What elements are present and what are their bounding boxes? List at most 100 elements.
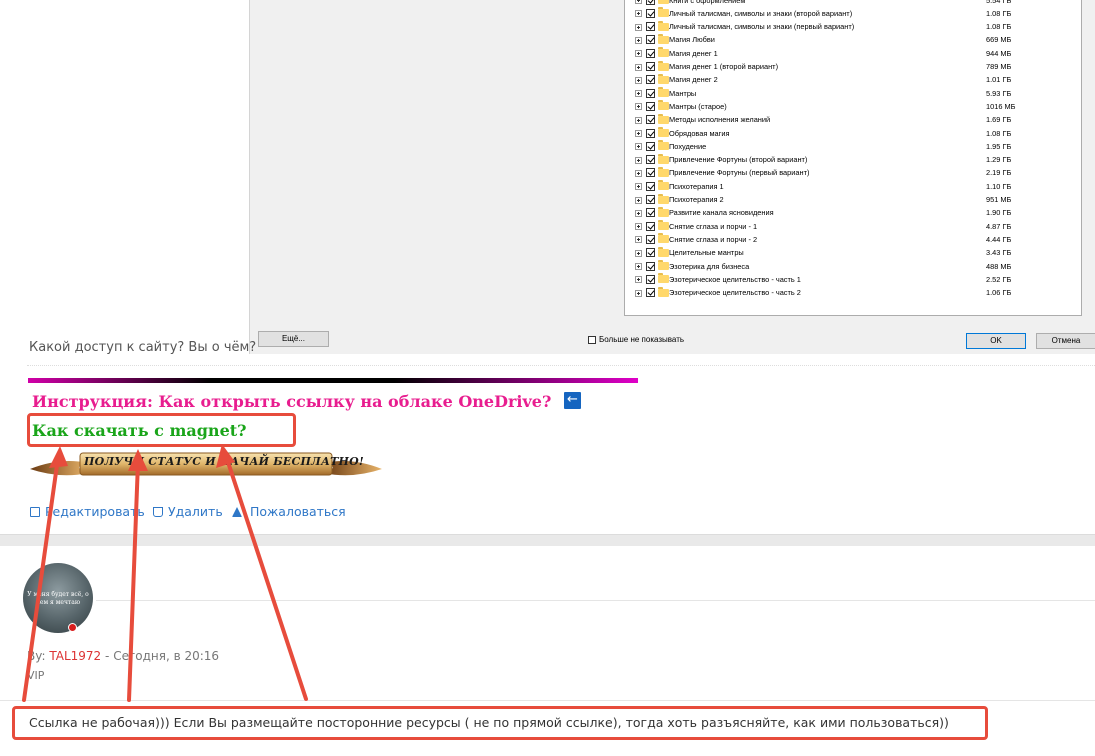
expand-icon[interactable] [635,23,642,31]
file-tree-list[interactable]: Книги с оформлением 5.54 ГБ Личный талисма… [624,0,1082,316]
file-size: 2.52 ГБ [986,274,1012,284]
file-row[interactable]: Личный талисман, символы и знаки (первый… [625,20,1081,34]
expand-icon[interactable] [635,156,642,164]
expand-icon[interactable] [635,276,642,284]
file-checkbox[interactable] [646,248,655,258]
expand-icon[interactable] [635,209,642,217]
file-size: 1.10 ГБ [986,181,1012,191]
file-checkbox[interactable] [646,234,655,244]
edit-action[interactable]: Редактировать [30,504,145,519]
folder-icon [658,0,669,4]
report-action[interactable]: Пожаловаться [232,504,346,519]
delete-action[interactable]: Удалить [153,504,223,519]
file-checkbox[interactable] [646,261,655,271]
expand-icon[interactable] [635,103,642,111]
file-row[interactable]: Книги с оформлением 5.54 ГБ [625,0,1081,7]
file-checkbox[interactable] [646,221,655,231]
file-checkbox[interactable] [646,155,655,165]
file-checkbox[interactable] [646,141,655,151]
expand-icon[interactable] [635,116,642,124]
expand-icon[interactable] [635,130,642,137]
file-checkbox[interactable] [646,208,655,218]
file-checkbox[interactable] [646,181,655,191]
status-banner-text: ПОЛУЧИ СТАТУС И КАЧАЙ БЕСПЛАТНО! [84,455,364,468]
expand-icon[interactable] [635,76,642,84]
file-checkbox[interactable] [646,128,655,138]
folder-icon [658,127,669,137]
file-size: 1.95 ГБ [986,141,1012,151]
file-size: 2.19 ГБ [986,168,1012,178]
dont-show-label: Больше не показывать [599,335,685,344]
expand-icon[interactable] [635,249,642,257]
folder-icon [658,286,669,297]
expand-icon[interactable] [635,63,642,71]
file-checkbox[interactable] [646,8,655,18]
file-row[interactable]: Мантры (старое) 1016 МБ [625,100,1081,113]
onedrive-instruction-link[interactable]: Инструкция: Как открыть ссылку на облаке… [32,392,551,411]
file-checkbox[interactable] [646,0,655,5]
file-checkbox[interactable] [646,22,655,32]
file-checkbox[interactable] [646,288,655,298]
expand-icon[interactable] [635,183,642,191]
cancel-button[interactable]: Отмена [1036,333,1095,349]
file-checkbox[interactable] [646,35,655,45]
expand-icon[interactable] [635,289,642,297]
expand-icon[interactable] [635,10,642,18]
file-size: 1016 МБ [986,101,1016,111]
username-link[interactable]: TAL1972 [49,649,101,663]
file-checkbox[interactable] [646,195,655,204]
file-checkbox[interactable] [646,62,655,71]
expand-icon[interactable] [635,196,642,204]
file-row[interactable]: Личный талисман, символы и знаки (второй… [625,7,1081,20]
file-checkbox[interactable] [646,88,655,98]
file-row[interactable]: Снятие сглаза и порчи - 1 4.87 ГБ [625,220,1081,233]
file-row[interactable]: Эзотерическое целительство - часть 1 2.52… [625,273,1081,286]
file-row[interactable]: Магия денег 1 (второй вариант) 789 МБ [625,60,1081,74]
file-checkbox[interactable] [646,274,655,284]
ok-button[interactable]: OK [966,333,1026,349]
file-row[interactable]: Методы исполнения желаний 1.69 ГБ [625,113,1081,127]
file-row[interactable]: Эзотерическое целительство - часть 2 1.06… [625,286,1081,300]
delete-label: Удалить [168,504,223,519]
more-button[interactable]: Ещё... [258,331,329,347]
file-checkbox[interactable] [646,168,655,178]
dont-show-checkbox[interactable] [588,336,596,344]
file-checkbox[interactable] [646,75,655,85]
post-timestamp: Сегодня, в 20:16 [113,649,220,663]
file-row[interactable]: Мантры 5.93 ГБ [625,87,1081,100]
file-checkbox[interactable] [646,115,655,125]
file-checkbox[interactable] [646,101,655,111]
file-row[interactable]: Целительные мантры 3.43 ГБ [625,246,1081,260]
expand-icon[interactable] [635,263,642,270]
expand-icon[interactable] [635,236,642,244]
file-row[interactable]: Эзотерика для бизнеса 488 МБ [625,260,1081,273]
file-row[interactable]: Развитие канала ясновидения 1.90 ГБ [625,206,1081,220]
folder-icon [658,220,669,231]
file-size: 1.06 ГБ [986,288,1012,298]
expand-icon[interactable] [635,223,642,231]
file-name: Психотерапия 2 [669,195,724,204]
file-row[interactable]: Психотерапия 1 1.10 ГБ [625,180,1081,193]
file-name: Снятие сглаза и порчи - 1 [669,221,758,231]
expand-icon[interactable] [635,169,642,177]
file-row[interactable]: Снятие сглаза и порчи - 2 4.44 ГБ [625,233,1081,246]
avatar[interactable]: У меня будет всё, о чем я мечтаю [23,563,93,633]
file-checkbox[interactable] [646,48,655,58]
file-row[interactable]: Магия Любви 669 МБ [625,33,1081,47]
folder-icon [658,153,669,164]
edit-label: Редактировать [45,504,145,519]
file-row[interactable]: Привлечение Фортуны (второй вариант) 1.29… [625,153,1081,167]
file-row[interactable]: Психотерапия 2 951 МБ [625,193,1081,207]
file-row[interactable]: Обрядовая магия 1.08 ГБ [625,127,1081,140]
file-name: Магия денег 1 [669,48,718,58]
file-row[interactable]: Магия денег 2 1.01 ГБ [625,73,1081,87]
expand-icon[interactable] [635,90,642,98]
expand-icon[interactable] [635,143,642,151]
expand-icon[interactable] [635,36,642,44]
file-size: 1.01 ГБ [986,75,1012,85]
file-row[interactable]: Привлечение Фортуны (первый вариант) 2.19… [625,166,1081,180]
file-row[interactable]: Магия денег 1 944 МБ [625,47,1081,60]
expand-icon[interactable] [635,0,642,4]
expand-icon[interactable] [635,50,642,58]
file-row[interactable]: Похудение 1.95 ГБ [625,140,1081,153]
